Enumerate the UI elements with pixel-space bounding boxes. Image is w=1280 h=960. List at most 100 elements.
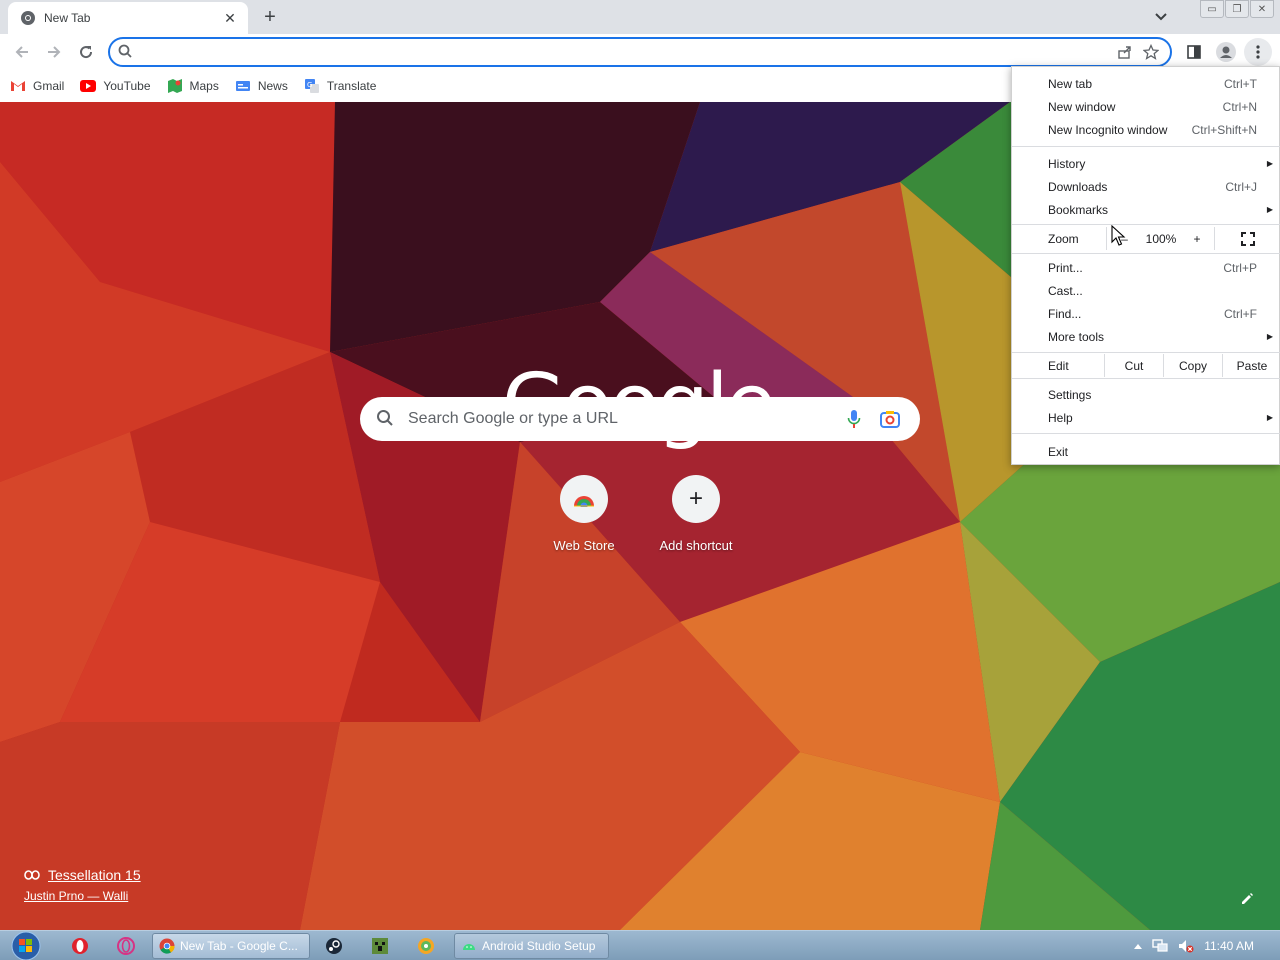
android-icon [461, 938, 477, 954]
address-input[interactable] [138, 44, 1112, 60]
bookmark-youtube[interactable]: YouTube [80, 78, 151, 94]
profile-avatar[interactable] [1212, 38, 1240, 66]
menu-item-downloads[interactable]: Downloads Ctrl+J [1012, 175, 1280, 198]
webstore-icon [560, 475, 608, 523]
menu-item-label: New tab [1048, 76, 1093, 91]
forward-button[interactable] [40, 38, 68, 66]
chrome-menu-button[interactable] [1244, 38, 1272, 66]
close-window-button[interactable]: ✕ [1250, 0, 1274, 18]
cut-button[interactable]: Cut [1104, 354, 1163, 377]
zoom-in-button[interactable]: + [1180, 227, 1214, 250]
fullscreen-icon[interactable] [1214, 227, 1280, 250]
system-tray: 11:40 AM [1134, 931, 1280, 960]
toolbar [0, 34, 1280, 70]
search-icon [376, 409, 394, 430]
menu-item-label: Settings [1048, 387, 1092, 402]
task-label: Android Studio Setup [482, 939, 596, 953]
attribution-author[interactable]: Justin Prno — Walli [24, 889, 141, 903]
menu-item-cast[interactable]: Cast... [1012, 279, 1280, 302]
opera-icon[interactable] [64, 934, 96, 958]
menu-item-shortcut: Ctrl+N [1222, 99, 1257, 114]
link-icon [24, 870, 40, 880]
tab-new-tab[interactable]: New Tab ✕ [8, 2, 248, 34]
tab-search-button[interactable] [1150, 6, 1172, 28]
bookmark-label: YouTube [103, 79, 151, 93]
menu-item-new-window[interactable]: New window Ctrl+N [1012, 95, 1280, 118]
restore-button[interactable]: ❐ [1225, 0, 1249, 18]
menu-item-new-incognito-window[interactable]: New Incognito window Ctrl+Shift+N [1012, 118, 1280, 141]
task-label: New Tab - Google C... [180, 939, 298, 953]
background-attribution[interactable]: Tessellation 15 Justin Prno — Walli [24, 867, 141, 903]
clock[interactable]: 11:40 AM [1204, 939, 1254, 953]
steam-icon[interactable] [318, 934, 350, 958]
google-lens-icon[interactable] [876, 405, 904, 433]
bookmark-label: Gmail [33, 79, 65, 93]
bookmark-translate[interactable]: G Translate [304, 78, 376, 94]
submenu-arrow-icon: ▶ [1266, 332, 1273, 341]
menu-item-label: Downloads [1048, 179, 1108, 194]
network-icon[interactable] [1152, 939, 1168, 953]
bookmark-gmail[interactable]: Gmail [10, 78, 64, 94]
attribution-title[interactable]: Tessellation 15 [48, 867, 141, 883]
microphone-icon[interactable] [840, 405, 868, 433]
menu-separator [1012, 253, 1280, 254]
menu-item-bookmarks[interactable]: Bookmarks ▶ [1012, 198, 1280, 221]
copy-button[interactable]: Copy [1163, 354, 1222, 377]
window-controls: ▭ ❐ ✕ [1199, 0, 1274, 18]
news-icon [235, 78, 251, 94]
minecraft-icon[interactable] [364, 934, 396, 958]
menu-item-shortcut: Ctrl+Shift+N [1191, 122, 1257, 137]
share-icon[interactable] [1112, 39, 1138, 65]
new-tab-button[interactable]: + [258, 5, 282, 29]
bookmark-star-icon[interactable] [1138, 39, 1164, 65]
menu-item-shortcut: Ctrl+J [1225, 179, 1257, 194]
maps-icon [167, 78, 183, 94]
paste-button[interactable]: Paste [1222, 354, 1280, 377]
menu-item-more-tools[interactable]: More tools ▶ [1012, 325, 1280, 348]
menu-item-exit[interactable]: Exit [1012, 440, 1280, 463]
shortcut-web-store[interactable]: Web Store [528, 475, 640, 553]
tab-strip: New Tab ✕ + ▭ ❐ ✕ [0, 0, 1280, 34]
app-icon[interactable] [410, 934, 442, 958]
side-panel-button[interactable] [1180, 38, 1208, 66]
bookmark-maps[interactable]: Maps [167, 78, 219, 94]
mouse-cursor-icon [1111, 225, 1126, 246]
ntp-search-box[interactable]: Search Google or type a URL [360, 397, 920, 441]
menu-separator [1012, 378, 1280, 379]
show-hidden-icons-icon[interactable] [1134, 943, 1143, 949]
submenu-arrow-icon: ▶ [1266, 413, 1273, 422]
start-button[interactable] [8, 931, 44, 960]
svg-text:G: G [307, 81, 312, 89]
menu-item-label: New window [1048, 99, 1116, 114]
translate-icon: G [304, 78, 320, 94]
shortcut-label: Web Store [553, 538, 615, 553]
bookmark-label: News [257, 79, 288, 93]
menu-item-help[interactable]: Help ▶ [1012, 406, 1280, 429]
taskbar-task-android-studio[interactable]: Android Studio Setup [454, 933, 609, 959]
search-placeholder: Search Google or type a URL [408, 410, 618, 427]
address-bar[interactable] [108, 37, 1172, 67]
reload-button[interactable] [72, 38, 100, 66]
menu-item-print[interactable]: Print... Ctrl+P [1012, 256, 1280, 279]
minimize-button[interactable]: ▭ [1200, 0, 1224, 18]
pencil-icon[interactable] [1236, 888, 1258, 910]
menu-item-find[interactable]: Find... Ctrl+F [1012, 302, 1280, 325]
opera-gx-icon[interactable] [110, 934, 142, 958]
menu-item-new-tab[interactable]: New tab Ctrl+T [1012, 72, 1280, 95]
shortcut-add[interactable]: + Add shortcut [640, 475, 752, 553]
menu-separator [1012, 146, 1280, 147]
bookmark-news[interactable]: News [235, 78, 288, 94]
back-button[interactable] [8, 38, 36, 66]
youtube-icon [80, 78, 97, 94]
menu-item-label: Find... [1048, 306, 1082, 321]
submenu-arrow-icon: ▶ [1266, 159, 1273, 168]
menu-item-shortcut: Ctrl+P [1223, 260, 1257, 275]
menu-item-history[interactable]: History ▶ [1012, 152, 1280, 175]
chrome-menu: New tab Ctrl+T New window Ctrl+N New Inc… [1011, 66, 1280, 465]
volume-muted-icon[interactable] [1178, 939, 1194, 953]
menu-item-settings[interactable]: Settings [1012, 383, 1280, 406]
taskbar-task-chrome[interactable]: New Tab - Google C... [152, 933, 310, 959]
search-icon [118, 44, 132, 61]
menu-item-shortcut: Ctrl+F [1224, 306, 1257, 321]
tab-close-icon[interactable]: ✕ [222, 10, 238, 26]
